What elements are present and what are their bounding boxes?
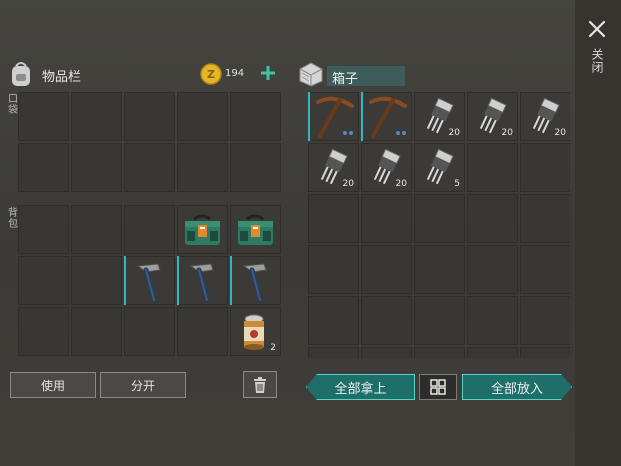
toolbox-icon [238, 214, 273, 245]
backpack-slot[interactable] [230, 205, 281, 254]
hammer-icon [136, 263, 161, 303]
pockets-label: 口袋 [8, 94, 18, 116]
backpack-slot[interactable] [177, 205, 228, 254]
crate-icon [299, 62, 323, 87]
coin-icon: Z [200, 63, 222, 85]
toolbox-icon [185, 214, 220, 245]
pocket-slot[interactable] [71, 143, 122, 192]
backpack-slot[interactable] [71, 307, 122, 356]
svg-text:Z: Z [207, 68, 215, 81]
trash-button[interactable] [243, 371, 277, 398]
box-slot[interactable] [308, 245, 359, 294]
box-slot[interactable] [414, 296, 465, 345]
item-count: 20 [395, 179, 407, 189]
box-slot[interactable] [361, 347, 412, 358]
item-count: 20 [342, 179, 354, 189]
box-slot[interactable]: 20 [308, 143, 359, 192]
box-slot[interactable] [520, 143, 570, 192]
box-slot[interactable] [467, 245, 518, 294]
pocket-slot[interactable] [71, 92, 122, 141]
backpack-grid: 2 [18, 205, 281, 356]
backpack-slot[interactable] [18, 307, 69, 356]
close-label[interactable]: 关闭 [590, 48, 604, 74]
box-slot[interactable] [467, 347, 518, 358]
backpack-slot[interactable] [18, 205, 69, 254]
box-slot[interactable] [361, 194, 412, 243]
backpack-slot[interactable] [177, 307, 228, 356]
box-slot[interactable] [467, 143, 518, 192]
item-count: 20 [501, 128, 513, 138]
box-header: 箱子 [297, 60, 567, 90]
backpack-slot[interactable] [124, 256, 175, 305]
box-slot[interactable]: 20 [467, 92, 518, 141]
box-slot[interactable]: 20 [361, 143, 412, 192]
box-slot[interactable] [308, 92, 359, 141]
coin-count: 194 [225, 68, 245, 79]
box-slot[interactable]: 5 [414, 143, 465, 192]
inventory-screen: 关闭 物品栏 Z 194 口袋 背包 2 使用 分开 箱子 20 20 20 2… [0, 0, 621, 466]
box-slot[interactable] [467, 194, 518, 243]
pocket-slot[interactable] [18, 92, 69, 141]
box-title: 箱子 [332, 72, 359, 87]
pocket-slot[interactable] [18, 143, 69, 192]
box-slot[interactable] [520, 347, 570, 358]
take-all-button[interactable]: 全部拿上 [306, 374, 415, 400]
box-slot[interactable] [308, 194, 359, 243]
box-slot[interactable] [414, 245, 465, 294]
backpack-slot[interactable] [177, 256, 228, 305]
pocket-slot[interactable] [177, 92, 228, 141]
use-button[interactable]: 使用 [10, 372, 96, 398]
close-icon [588, 20, 606, 38]
trash-icon [254, 376, 266, 393]
item-count: 5 [454, 179, 460, 189]
pocket-slot[interactable] [124, 92, 175, 141]
close-button[interactable] [584, 16, 610, 42]
inventory-header: 物品栏 Z 194 [8, 60, 278, 90]
durability-dots [396, 131, 406, 135]
box-slot[interactable] [520, 245, 570, 294]
backpack-slot[interactable] [124, 307, 175, 356]
pocket-slot[interactable] [230, 143, 281, 192]
backpack-slot[interactable] [124, 205, 175, 254]
hammer-icon [189, 263, 214, 303]
item-count: 20 [448, 128, 460, 138]
box-grid-scroll[interactable]: 20 20 20 20 20 5 [308, 92, 570, 358]
box-slot[interactable] [520, 296, 570, 345]
item-count: 20 [554, 128, 566, 138]
backpack-slot[interactable] [230, 256, 281, 305]
box-slot[interactable] [361, 245, 412, 294]
pocket-slot[interactable] [124, 143, 175, 192]
backpack-slot[interactable] [71, 205, 122, 254]
box-slot[interactable] [414, 194, 465, 243]
sort-grid-icon [430, 379, 446, 395]
pocket-slot[interactable] [230, 92, 281, 141]
sort-button[interactable] [419, 374, 457, 400]
pocket-slot[interactable] [177, 143, 228, 192]
box-grid: 20 20 20 20 20 5 [308, 92, 570, 358]
item-count: 2 [270, 343, 276, 353]
box-slot[interactable] [520, 194, 570, 243]
box-slot[interactable]: 20 [520, 92, 570, 141]
backpack-slot[interactable] [71, 256, 122, 305]
put-all-button[interactable]: 全部放入 [462, 374, 572, 400]
split-button[interactable]: 分开 [100, 372, 186, 398]
backpack-slot[interactable]: 2 [230, 307, 281, 356]
box-slot[interactable] [361, 92, 412, 141]
pockets-grid [18, 92, 281, 192]
backpack-slot[interactable] [18, 256, 69, 305]
backpack-label: 背包 [8, 208, 18, 230]
inventory-title: 物品栏 [42, 70, 82, 85]
box-slot[interactable]: 20 [414, 92, 465, 141]
box-slot[interactable] [361, 296, 412, 345]
box-slot[interactable] [308, 296, 359, 345]
durability-dots [343, 131, 353, 135]
box-slot[interactable] [467, 296, 518, 345]
hammer-icon [242, 263, 267, 303]
box-slot[interactable] [414, 347, 465, 358]
box-slot[interactable] [308, 347, 359, 358]
backpack-icon [12, 62, 30, 86]
add-coins-plus-icon[interactable] [259, 64, 277, 82]
